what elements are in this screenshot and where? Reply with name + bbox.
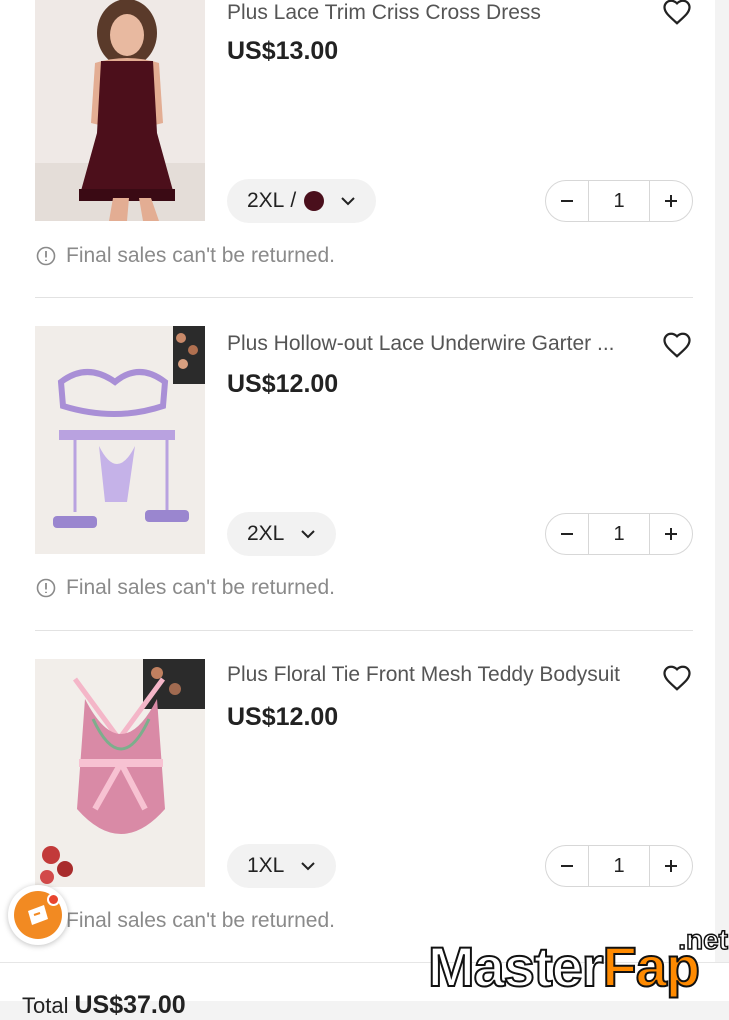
order-total: Total US$37.00 (22, 991, 186, 1020)
quantity-value[interactable]: 1 (588, 181, 650, 221)
product-title[interactable]: Plus Lace Trim Criss Cross Dress (227, 1, 637, 25)
color-swatch (304, 191, 325, 211)
quantity-stepper: 1 (545, 180, 693, 222)
plus-icon (665, 860, 677, 872)
product-price: US$12.00 (227, 370, 339, 398)
return-notice: Final sales can't be returned. (36, 244, 335, 268)
minus-icon (561, 200, 573, 202)
return-notice-text: Final sales can't be returned. (66, 576, 335, 599)
total-label: Total (22, 993, 69, 1018)
return-notice-text: Final sales can't be returned. (66, 909, 335, 932)
heart-icon[interactable] (662, 330, 692, 360)
total-amount: US$37.00 (74, 991, 186, 1019)
product-image[interactable] (35, 659, 205, 887)
heart-icon[interactable] (662, 0, 692, 27)
variant-size: 2XL (247, 189, 285, 212)
chevron-down-icon (301, 530, 316, 539)
quantity-stepper: 1 (545, 513, 693, 555)
info-icon (36, 578, 56, 598)
quantity-stepper: 1 (545, 845, 693, 887)
product-price: US$13.00 (227, 37, 339, 65)
product-price: US$12.00 (227, 703, 339, 731)
product-image[interactable] (35, 0, 205, 221)
product-image[interactable] (35, 326, 205, 554)
increase-button[interactable] (650, 514, 692, 554)
divider (35, 297, 693, 298)
minus-icon (561, 865, 573, 867)
product-title[interactable]: Plus Hollow-out Lace Underwire Garter ..… (227, 332, 637, 356)
product-title[interactable]: Plus Floral Tie Front Mesh Teddy Bodysui… (227, 663, 637, 687)
plus-icon (665, 528, 677, 540)
watermark-text: MasterFap (427, 935, 702, 999)
decrease-button[interactable] (546, 181, 588, 221)
decrease-button[interactable] (546, 846, 588, 886)
cart-list: Plus Lace Trim Criss Cross Dress US$13.0… (0, 0, 715, 962)
plus-icon (665, 195, 677, 207)
heart-icon[interactable] (662, 663, 692, 693)
variant-size: 1XL (247, 854, 285, 877)
info-icon (36, 246, 56, 266)
divider (35, 630, 693, 631)
variant-selector[interactable]: 2XL (227, 512, 337, 556)
cart-item: Plus Hollow-out Lace Underwire Garter ..… (0, 326, 715, 658)
watermark-part2: Fap (602, 935, 702, 999)
variant-selector[interactable]: 2XL / (227, 179, 377, 223)
chevron-down-icon (341, 197, 355, 206)
return-notice-text: Final sales can't be returned. (66, 244, 335, 267)
quantity-value[interactable]: 1 (588, 846, 650, 886)
watermark-part1: Master (427, 935, 605, 999)
variant-separator: / (290, 189, 297, 212)
quantity-value[interactable]: 1 (588, 514, 650, 554)
return-notice: Final sales can't be returned. (36, 909, 335, 933)
coupon-float-button[interactable] (8, 885, 68, 945)
increase-button[interactable] (650, 181, 692, 221)
notification-dot (47, 893, 60, 906)
minus-icon (561, 533, 573, 535)
variant-selector[interactable]: 1XL (227, 844, 337, 888)
chevron-down-icon (301, 862, 316, 871)
return-notice: Final sales can't be returned. (36, 576, 335, 600)
watermark-logo: .net MasterFap (427, 923, 729, 999)
variant-size: 2XL (247, 522, 285, 545)
coupon-icon (14, 891, 62, 939)
cart-item: Plus Lace Trim Criss Cross Dress US$13.0… (0, 0, 715, 325)
increase-button[interactable] (650, 846, 692, 886)
decrease-button[interactable] (546, 514, 588, 554)
